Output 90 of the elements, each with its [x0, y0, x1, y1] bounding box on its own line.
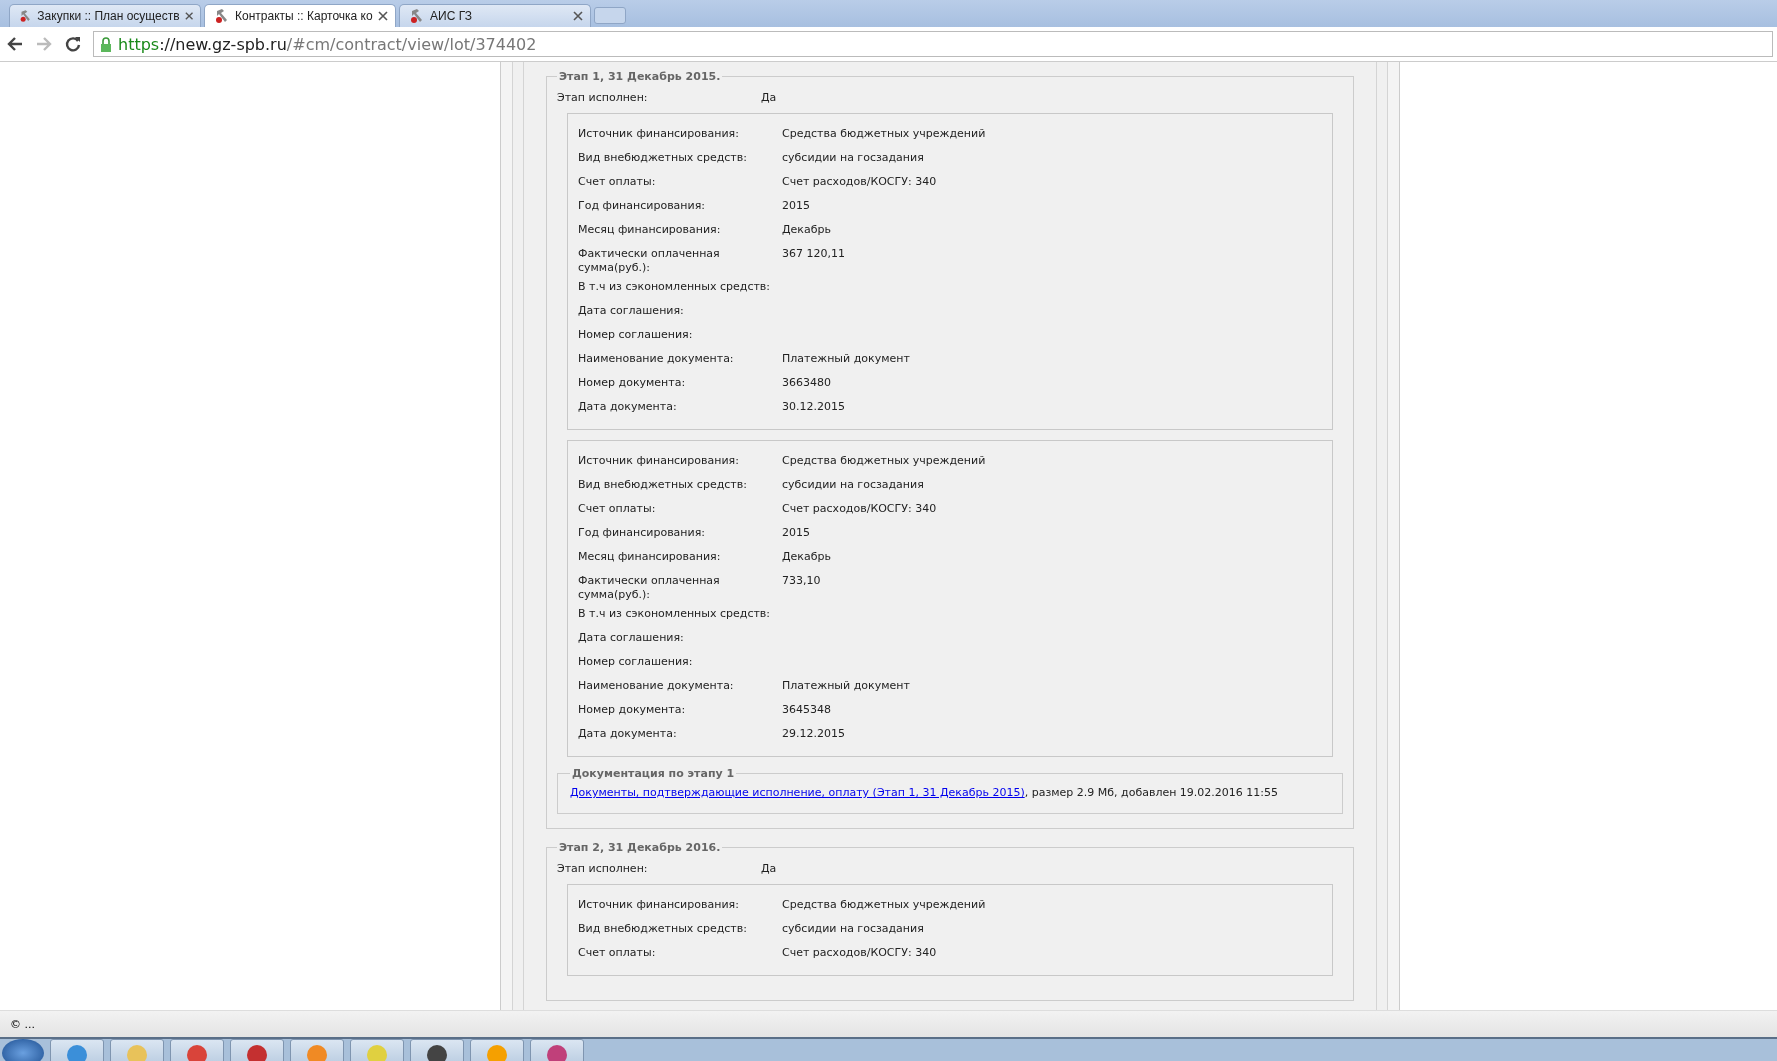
- taskbar-button[interactable]: [410, 1039, 464, 1061]
- field-label: Год финансирования:: [578, 199, 706, 213]
- stage-title: Этап 1, 31 Декабрь 2015.: [558, 70, 722, 83]
- field-value: 367 120,11: [782, 247, 845, 261]
- field-label: Дата соглашения:: [578, 304, 685, 318]
- field-value: Счет расходов/КОСГУ: 340: [782, 175, 937, 189]
- field-label: Источник финансирования:: [578, 454, 740, 468]
- field-value: Да: [761, 90, 777, 104]
- field-label: Номер соглашения:: [578, 328, 694, 342]
- stage-title: Этап 2, 31 Декабрь 2016.: [558, 841, 722, 854]
- field-label: Фактически оплаченная сумма(руб.):: [578, 247, 721, 275]
- field-label: Вид внебюджетных средств:: [578, 151, 748, 165]
- field-value: 3663480: [782, 376, 831, 390]
- field-value: Средства бюджетных учреждений: [782, 898, 986, 912]
- hammer-icon: [214, 8, 230, 24]
- field-label: Номер соглашения:: [578, 655, 694, 669]
- field-value: 3645348: [782, 703, 831, 717]
- taskbar-button[interactable]: [230, 1039, 284, 1061]
- hammer-icon: [19, 8, 33, 24]
- field-value: Средства бюджетных учреждений: [782, 127, 986, 141]
- app-icon: [66, 1044, 88, 1061]
- browser-tab[interactable]: Закупки :: План осуществ: [9, 4, 201, 27]
- url-text: https://new.gz-spb.ru/#cm/contract/view/lot/374402: [118, 34, 537, 54]
- field-label: В т.ч из сэкономленных средств:: [578, 280, 772, 294]
- field-value: субсидии на госзадания: [782, 151, 924, 165]
- field-value: 2015: [782, 199, 810, 213]
- field-label: Номер документа:: [578, 376, 687, 390]
- field-label: Наименование документа:: [578, 679, 735, 693]
- field-label: Номер документа:: [578, 703, 687, 717]
- field-label: Счет оплаты:: [578, 175, 657, 189]
- browser-tab[interactable]: АИС ГЗ: [399, 4, 591, 27]
- hammer-icon: [409, 8, 425, 24]
- document-info: , размер 2.9 Мб, добавлен 19.02.2016 11:55: [1024, 786, 1279, 799]
- field-label: Этап исполнен:: [557, 90, 649, 104]
- app-icon: [246, 1044, 268, 1061]
- tab-title: Контракты :: Карточка ко: [235, 9, 373, 23]
- field-label: Источник финансирования:: [578, 898, 740, 912]
- field-label: Месяц финансирования:: [578, 550, 722, 564]
- field-value: субсидии на госзадания: [782, 922, 924, 936]
- field-value: 30.12.2015: [782, 400, 845, 414]
- field-label: Вид внебюджетных средств:: [578, 922, 748, 936]
- field-value: Платежный документ: [782, 352, 910, 366]
- field-value: 733,10: [782, 574, 821, 588]
- field-value: Декабрь: [782, 550, 831, 564]
- field-label: Этап исполнен:: [557, 861, 649, 875]
- field-label: Источник финансирования:: [578, 127, 740, 141]
- status-text: © ...: [10, 1017, 35, 1031]
- app-icon: [186, 1044, 208, 1061]
- field-value: 2015: [782, 526, 810, 540]
- field-label: Счет оплаты:: [578, 946, 657, 960]
- app-icon: [126, 1044, 148, 1061]
- field-value: 29.12.2015: [782, 727, 845, 741]
- lock-icon: [100, 36, 112, 52]
- tab-title: Закупки :: План осуществ: [37, 9, 180, 23]
- document-link[interactable]: Документы, подтверждающие исполнение, оплату (Этап 1, 31 Декабрь 2015): [570, 786, 1025, 799]
- field-label: Год финансирования:: [578, 526, 706, 540]
- field-value: Счет расходов/КОСГУ: 340: [782, 946, 937, 960]
- app-icon: [306, 1044, 328, 1061]
- close-icon[interactable]: [378, 11, 388, 21]
- field-value: Да: [761, 861, 777, 875]
- field-label: Счет оплаты:: [578, 502, 657, 516]
- field-label: Дата соглашения:: [578, 631, 685, 645]
- close-icon[interactable]: [573, 11, 583, 21]
- address-field[interactable]: https://new.gz-spb.ru/#cm/contract/view/lot/374402: [93, 31, 1773, 57]
- documentation-title: Документация по этапу 1: [571, 767, 736, 780]
- field-value: Декабрь: [782, 223, 831, 237]
- field-label: Месяц финансирования:: [578, 223, 722, 237]
- reload-icon[interactable]: [64, 35, 82, 53]
- field-value: Средства бюджетных учреждений: [782, 454, 986, 468]
- field-value: Платежный документ: [782, 679, 910, 693]
- field-value: субсидии на госзадания: [782, 478, 924, 492]
- field-label: Фактически оплаченная сумма(руб.):: [578, 574, 721, 602]
- back-arrow-icon[interactable]: [6, 35, 24, 53]
- app-icon: [366, 1044, 388, 1061]
- field-label: Дата документа:: [578, 727, 678, 741]
- field-label: Дата документа:: [578, 400, 678, 414]
- field-label: Наименование документа:: [578, 352, 735, 366]
- taskbar-button[interactable]: [170, 1039, 224, 1061]
- browser-tab[interactable]: Контракты :: Карточка ко: [204, 4, 396, 27]
- start-button[interactable]: [2, 1039, 44, 1061]
- tab-title: АИС ГЗ: [430, 9, 474, 23]
- app-icon: [546, 1044, 568, 1061]
- field-label: Вид внебюджетных средств:: [578, 478, 748, 492]
- field-label: В т.ч из сэкономленных средств:: [578, 607, 772, 621]
- forward-arrow-icon[interactable]: [35, 35, 53, 53]
- close-icon[interactable]: [184, 11, 193, 21]
- field-value: Счет расходов/КОСГУ: 340: [782, 502, 937, 516]
- taskbar-button[interactable]: [530, 1039, 584, 1061]
- app-icon: [426, 1044, 448, 1061]
- app-icon: [486, 1044, 508, 1061]
